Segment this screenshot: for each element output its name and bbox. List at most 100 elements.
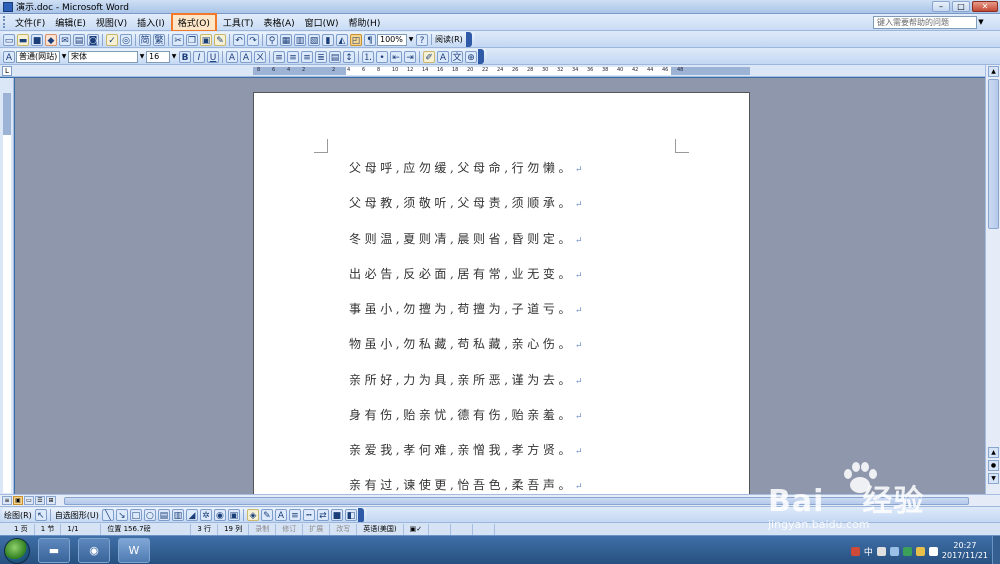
insert-table-icon[interactable]: ▥ (294, 33, 306, 46)
vertical-scrollbar[interactable]: ▲ ▲ ● ▼ (985, 65, 1000, 494)
shadow-style-icon[interactable]: ■ (330, 509, 343, 521)
email-icon[interactable]: ✉ (59, 33, 71, 46)
horizontal-scrollbar[interactable]: ≡ ▣ ▭ ☰ ⊞ (0, 494, 1000, 506)
draw-font-color-icon[interactable]: A (274, 509, 287, 521)
columns-icon[interactable]: ▮ (322, 33, 334, 46)
reading-layout-icon[interactable]: ⊞ (46, 496, 56, 505)
line-spacing-icon[interactable]: ↕ (343, 50, 355, 63)
diagram-icon[interactable]: ✲ (199, 509, 212, 521)
tray-app-icon[interactable] (889, 546, 899, 556)
research-icon[interactable]: ◎ (120, 33, 132, 46)
justify-icon[interactable]: ≣ (315, 50, 327, 63)
save-icon[interactable]: ■ (31, 33, 43, 46)
oval-icon[interactable]: ○ (143, 509, 156, 521)
status-language[interactable]: 英语(美国) (357, 523, 404, 535)
maximize-button[interactable]: □ (952, 1, 970, 12)
open-folder-icon[interactable]: ▬ (17, 33, 29, 46)
menu-window[interactable]: 窗口(W) (300, 14, 344, 31)
zoom-dropdown-icon[interactable]: ▼ (407, 34, 415, 46)
format-painter-icon[interactable]: ✎ (214, 33, 226, 46)
drawing-icon[interactable]: ◭ (336, 33, 348, 46)
font-size-field[interactable]: 16 (146, 50, 170, 63)
text-line[interactable]: 亲有过,谏使更,怡吾色,柔吾声。↵ (349, 476, 583, 493)
text-line[interactable]: 事虽小,勿擅为,苟擅为,子道亏。↵ (349, 300, 583, 317)
text-line[interactable]: 出必告,反必面,居有常,业无变。↵ (349, 265, 583, 282)
clipart-icon[interactable]: ◉ (213, 509, 226, 521)
show-desktop-button[interactable] (992, 536, 1000, 564)
menu-table[interactable]: 表格(A) (258, 14, 299, 31)
underline-icon[interactable]: U (207, 50, 219, 63)
undo-icon[interactable]: ↶ (233, 33, 245, 46)
text-line[interactable]: 身有伤,贻亲忧,德有伤,贻亲羞。↵ (349, 406, 583, 423)
status-record[interactable]: 录制 (249, 523, 277, 535)
arrow-style-icon[interactable]: ⇄ (316, 509, 329, 521)
redo-icon[interactable]: ↷ (247, 33, 259, 46)
help-dropdown-icon[interactable]: ▼ (976, 16, 986, 29)
line-style-icon[interactable]: ≡ (288, 509, 301, 521)
horizontal-ruler[interactable]: L 8 6 4 2 2 4 6 8 10 12 14 16 18 20 22 24 26 28 30 32 34 36 38… (0, 65, 1000, 77)
fill-color-icon[interactable]: ◈ (246, 509, 259, 521)
network-icon[interactable] (915, 546, 925, 556)
document-page[interactable]: 父母呼,应勿缓,父母命,行勿懒。↵ 父母教,须敬听,父母责,须顺承。↵ 冬则温,… (253, 92, 750, 494)
align-left-icon[interactable]: ≡ (273, 50, 285, 63)
format-toolbar-options-icon[interactable] (478, 49, 484, 64)
draw-menu-button[interactable]: 绘图(R) (2, 510, 34, 521)
font-field[interactable]: 宋体 (68, 50, 138, 63)
drawing-toolbar-options-icon[interactable] (357, 507, 364, 523)
picture-icon[interactable]: ▣ (227, 509, 240, 521)
horizontal-scroll-thumb[interactable] (64, 497, 969, 505)
wordart-icon[interactable]: ◢ (185, 509, 198, 521)
volume-icon[interactable] (928, 546, 938, 556)
print-preview-icon[interactable]: ◙ (87, 33, 99, 46)
clock[interactable]: 20:27 2017/11/21 (942, 541, 988, 561)
phonetic-guide-icon[interactable]: 文 (451, 50, 463, 63)
menu-file[interactable]: 文件(F) (10, 14, 50, 31)
align-right-icon[interactable]: ≡ (301, 50, 313, 63)
status-extend[interactable]: 扩展 (303, 523, 331, 535)
menu-edit[interactable]: 编辑(E) (50, 14, 91, 31)
numbering-icon[interactable]: ⒈ (362, 50, 374, 63)
style-dropdown-icon[interactable]: ▼ (60, 51, 68, 63)
char-border-icon[interactable]: A (226, 50, 238, 63)
vertical-ruler[interactable] (0, 78, 14, 494)
text-line[interactable]: 冬则温,夏则凊,晨则省,昏则定。↵ (349, 230, 583, 247)
next-page-icon[interactable]: ▼ (988, 473, 999, 484)
browser-taskbar-icon[interactable]: ◉ (78, 538, 110, 563)
rectangle-icon[interactable]: □ (129, 509, 142, 521)
document-map-icon[interactable]: ◰ (350, 33, 362, 46)
word-taskbar-icon[interactable]: W (118, 538, 150, 563)
tables-borders-icon[interactable]: ▦ (280, 33, 292, 46)
cut-icon[interactable]: ✂ (172, 33, 184, 46)
menu-help[interactable]: 帮助(H) (344, 14, 386, 31)
permission-icon[interactable]: ◆ (45, 33, 57, 46)
vertical-textbox-icon[interactable]: ▥ (171, 509, 184, 521)
dash-style-icon[interactable]: ┅ (302, 509, 315, 521)
print-layout-view-icon[interactable]: ▭ (24, 496, 34, 505)
font-color-icon[interactable]: A (437, 50, 449, 63)
normal-view-icon[interactable]: ≡ (2, 496, 12, 505)
select-browse-object-icon[interactable]: ● (988, 460, 999, 471)
insert-excel-icon[interactable]: ▧ (308, 33, 320, 46)
bold-icon[interactable]: B (179, 50, 191, 63)
increase-indent-icon[interactable]: ⇥ (404, 50, 416, 63)
help-icon[interactable]: ? (416, 33, 428, 46)
tab-selector-icon[interactable]: L (2, 66, 12, 76)
new-document-icon[interactable]: ▭ (3, 33, 15, 46)
status-overtype[interactable]: 改写 (330, 523, 358, 535)
document-area[interactable]: 父母呼,应勿缓,父母命,行勿懒。↵ 父母教,须敬听,父母责,须顺承。↵ 冬则温,… (15, 78, 985, 494)
enclose-characters-icon[interactable]: ⊕ (465, 50, 477, 63)
textbox-icon[interactable]: ▤ (157, 509, 170, 521)
autoshapes-button[interactable]: 自选图形(U) (53, 510, 101, 521)
font-size-dropdown-icon[interactable]: ▼ (170, 51, 178, 63)
decrease-indent-icon[interactable]: ⇤ (390, 50, 402, 63)
keyboard-icon[interactable] (876, 546, 886, 556)
scroll-up-icon[interactable]: ▲ (988, 66, 999, 77)
distributed-icon[interactable]: ▤ (329, 50, 341, 63)
ime-icon[interactable] (850, 546, 860, 556)
spelling-status-icon[interactable]: ▣✓ (404, 523, 430, 535)
vertical-scroll-thumb[interactable] (988, 79, 999, 229)
minimize-button[interactable]: – (932, 1, 950, 12)
text-line[interactable]: 物虽小,勿私藏,苟私藏,亲心伤。↵ (349, 335, 583, 352)
text-line[interactable]: 亲爱我,孝何难,亲憎我,孝方贤。↵ (349, 441, 583, 458)
help-question-input[interactable]: 键入需要帮助的问题 (873, 16, 977, 29)
